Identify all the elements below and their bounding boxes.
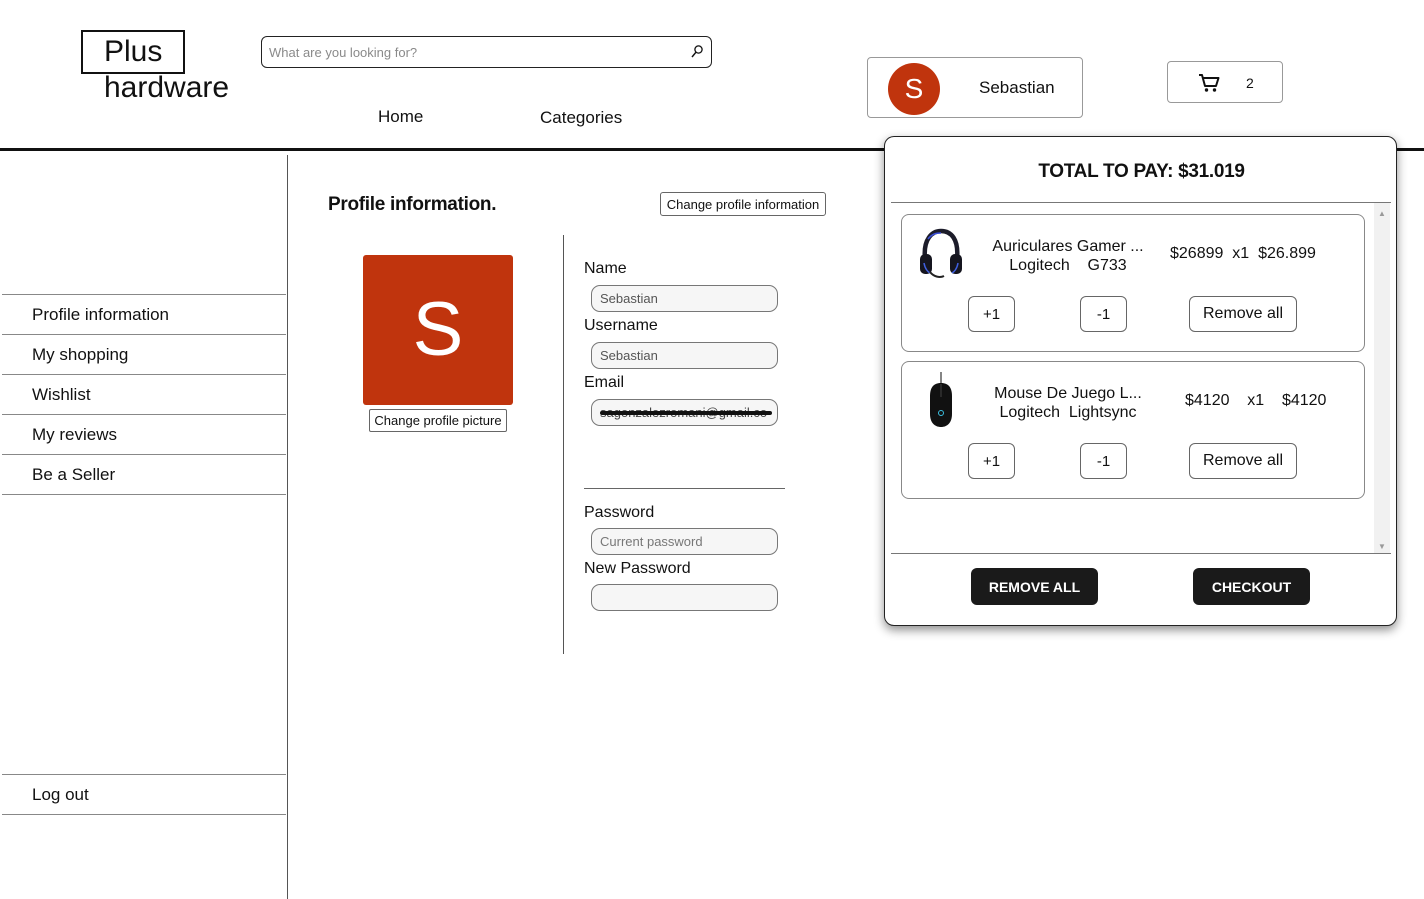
email-label: Email xyxy=(584,374,625,391)
cart-icon xyxy=(1199,74,1220,92)
cart-item-brand: Logitech G733 xyxy=(1009,257,1127,274)
email-redaction-mark xyxy=(600,411,772,415)
increment-quantity-button[interactable]: +1 xyxy=(968,443,1015,479)
change-profile-information-button[interactable]: Change profile information xyxy=(660,192,826,216)
nav-home-link[interactable]: Home xyxy=(378,107,423,127)
sidebar-item-profile-information[interactable]: Profile information xyxy=(2,294,286,334)
cart-divider xyxy=(891,202,1391,203)
remove-item-button[interactable]: Remove all xyxy=(1189,296,1297,332)
sidebar-item-wishlist[interactable]: Wishlist xyxy=(2,374,286,414)
cart-count-badge: 2 xyxy=(1246,75,1254,91)
scroll-down-arrow-icon[interactable]: ▼ xyxy=(1378,542,1386,551)
headset-product-image xyxy=(920,228,962,278)
cart-total: TOTAL TO PAY: $31.019 xyxy=(1038,161,1245,182)
new-password-field[interactable] xyxy=(591,584,778,611)
sidebar-border xyxy=(287,155,288,899)
remove-item-button[interactable]: Remove all xyxy=(1189,443,1297,479)
nav-categories-link[interactable]: Categories xyxy=(540,108,622,128)
password-label: Password xyxy=(584,504,655,521)
remove-all-button[interactable]: REMOVE ALL xyxy=(971,568,1098,605)
search-icon[interactable] xyxy=(689,43,705,61)
decrement-quantity-button[interactable]: -1 xyxy=(1080,296,1127,332)
search-input[interactable] xyxy=(269,42,679,62)
cart-item: Mouse De Juego L... Logitech Lightsync $… xyxy=(901,361,1365,499)
name-label: Name xyxy=(584,260,627,277)
username-field[interactable] xyxy=(591,342,778,369)
sidebar-divider-line xyxy=(2,814,286,815)
cart-divider xyxy=(891,553,1391,554)
sidebar-divider-line xyxy=(2,494,286,495)
logo-text-hardware[interactable]: hardware xyxy=(104,70,229,106)
current-password-field[interactable] xyxy=(591,528,778,555)
sidebar-item-my-shopping[interactable]: My shopping xyxy=(2,334,286,374)
increment-quantity-button[interactable]: +1 xyxy=(968,296,1015,332)
cart-scrollbar[interactable]: ▲ ▼ xyxy=(1374,203,1390,553)
user-menu[interactable]: S Sebastian xyxy=(867,57,1083,118)
cart-item-name: Mouse De Juego L... Logitech Lightsync xyxy=(988,384,1148,422)
cart-item-title: Auriculares Gamer ... xyxy=(992,238,1144,255)
user-name: Sebastian xyxy=(979,78,1055,97)
cart-item-price: $4120 x1 $4120 xyxy=(1185,392,1327,409)
avatar: S xyxy=(888,63,940,115)
sidebar-item-my-reviews[interactable]: My reviews xyxy=(2,414,286,454)
new-password-label: New Password xyxy=(584,560,691,577)
sidebar-item-be-a-seller[interactable]: Be a Seller xyxy=(2,454,286,494)
checkout-button[interactable]: CHECKOUT xyxy=(1193,568,1310,605)
cart-item-price: $26899 x1 $26.899 xyxy=(1170,245,1316,262)
page-title: Profile information. xyxy=(328,194,497,215)
search-bar[interactable] xyxy=(261,36,712,68)
cart-dropdown: TOTAL TO PAY: $31.019 ▲ ▼ Auriculares Ga… xyxy=(884,136,1397,626)
form-divider xyxy=(563,235,564,654)
cart-item-brand: Logitech Lightsync xyxy=(999,404,1137,421)
decrement-quantity-button[interactable]: -1 xyxy=(1080,443,1127,479)
cart-item-name: Auriculares Gamer ... Logitech G733 xyxy=(988,237,1148,275)
name-field[interactable] xyxy=(591,285,778,312)
logo-text-plus[interactable]: Plus xyxy=(104,34,162,70)
username-label: Username xyxy=(584,317,658,334)
mouse-product-image xyxy=(930,372,952,427)
cart-item-title: Mouse De Juego L... xyxy=(994,385,1142,402)
change-profile-picture-button[interactable]: Change profile picture xyxy=(369,409,507,432)
cart-button[interactable]: 2 xyxy=(1167,61,1283,103)
scroll-up-arrow-icon[interactable]: ▲ xyxy=(1378,209,1386,218)
profile-avatar: S xyxy=(363,255,513,405)
form-section-divider xyxy=(584,488,785,489)
cart-item: Auriculares Gamer ... Logitech G733 $268… xyxy=(901,214,1365,352)
sidebar-item-log-out[interactable]: Log out xyxy=(2,774,286,814)
